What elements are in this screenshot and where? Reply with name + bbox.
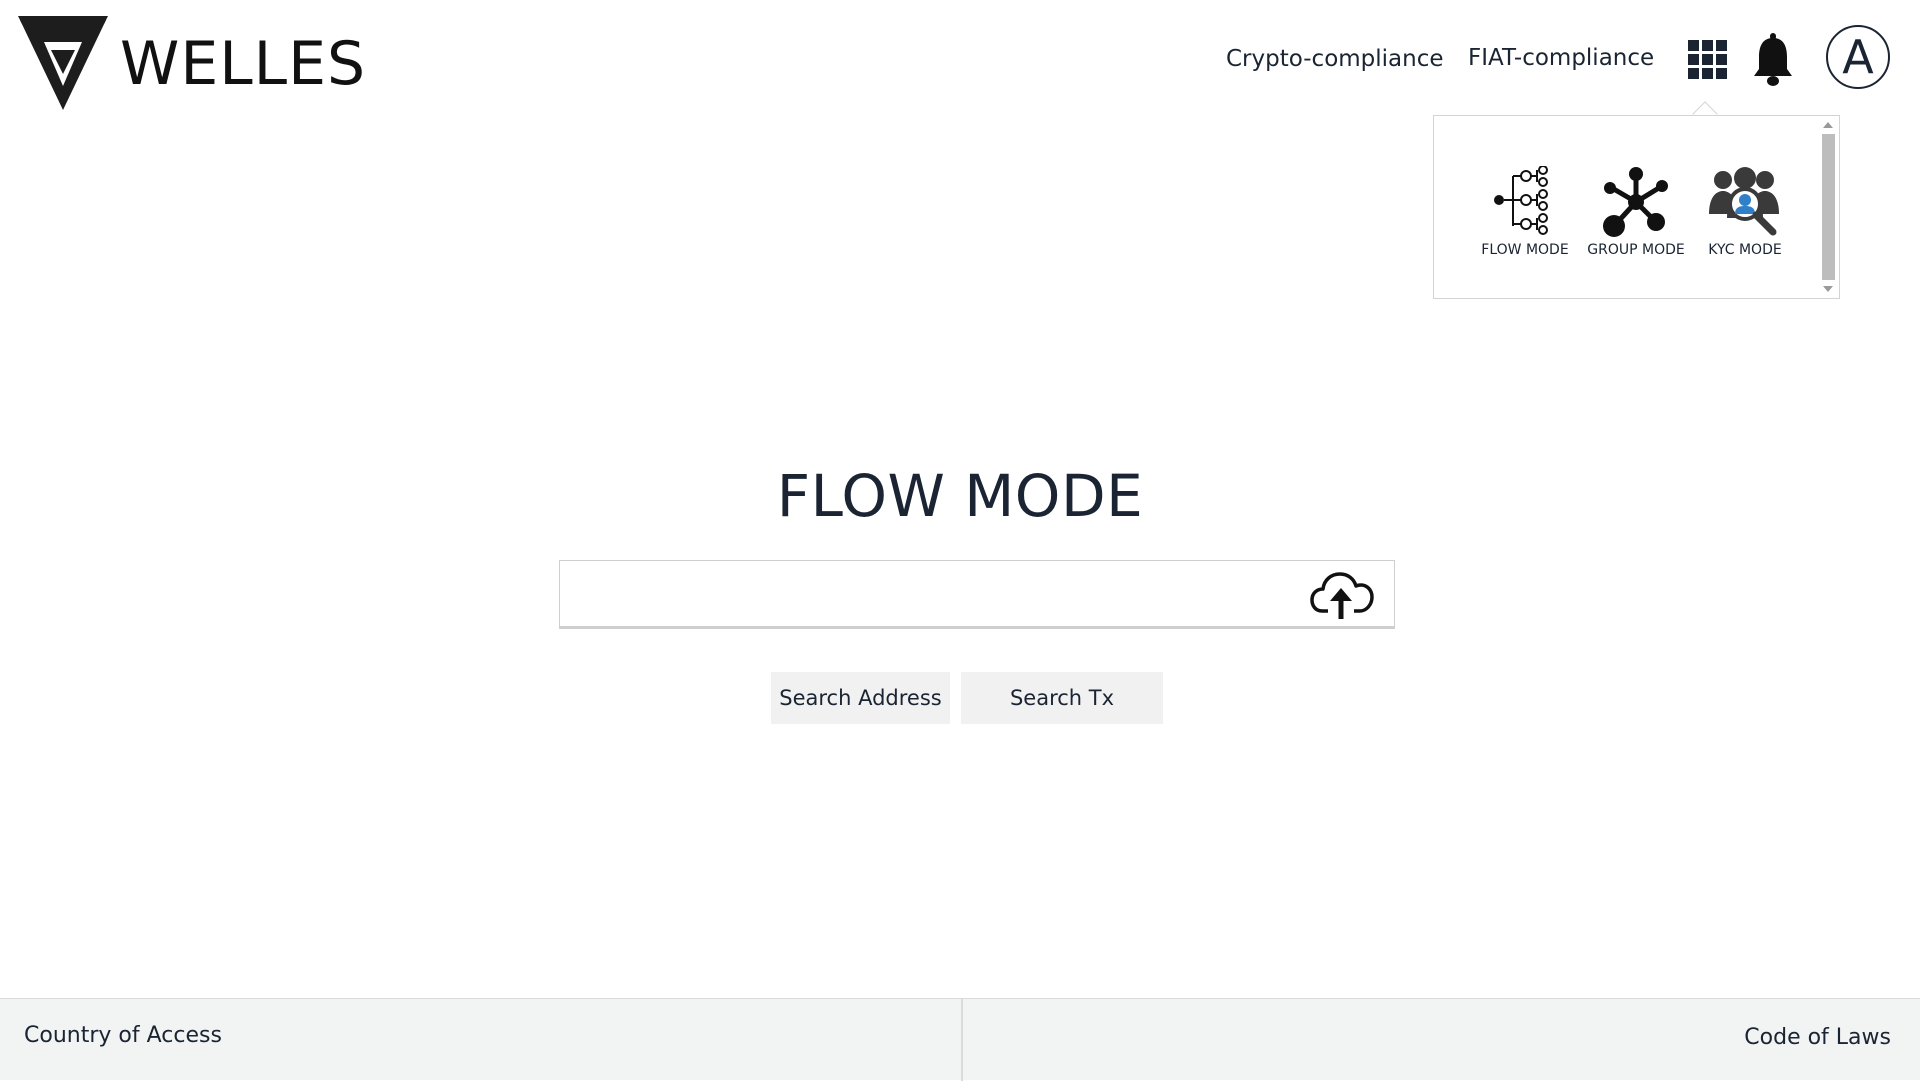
brand-name: WELLES bbox=[120, 29, 367, 99]
dropdown-scrollbar[interactable] bbox=[1820, 120, 1836, 294]
avatar-letter: A bbox=[1842, 30, 1874, 84]
code-of-laws-link[interactable]: Code of Laws bbox=[1744, 1025, 1891, 1050]
welles-logo-icon bbox=[18, 16, 108, 110]
menu-item-label: FLOW MODE bbox=[1481, 242, 1569, 258]
scroll-down-icon[interactable] bbox=[1823, 286, 1833, 292]
menu-item-flow-mode[interactable]: FLOW MODE bbox=[1470, 166, 1580, 258]
menu-item-group-mode[interactable]: GROUP MODE bbox=[1581, 166, 1691, 258]
user-search-icon bbox=[1709, 167, 1779, 236]
footer-divider bbox=[961, 999, 963, 1081]
flow-tree-icon bbox=[1494, 166, 1548, 235]
modes-dropdown: FLOW MODE GROUP MODE KYC MODE bbox=[1433, 115, 1840, 299]
brand-logo[interactable]: WELLES bbox=[18, 16, 366, 112]
search-box bbox=[559, 560, 1395, 629]
network-icon bbox=[1603, 167, 1668, 237]
grid-icon[interactable] bbox=[1688, 40, 1728, 80]
menu-item-kyc-mode[interactable]: KYC MODE bbox=[1690, 166, 1800, 258]
page-title: FLOW MODE bbox=[0, 462, 1920, 530]
nav-fiat-compliance[interactable]: FIAT-compliance bbox=[1468, 45, 1654, 71]
scroll-up-icon[interactable] bbox=[1823, 122, 1833, 128]
menu-item-label: GROUP MODE bbox=[1587, 242, 1685, 258]
cloud-upload-icon[interactable] bbox=[1310, 571, 1374, 621]
country-of-access-link[interactable]: Country of Access bbox=[24, 1023, 222, 1048]
menu-item-label: KYC MODE bbox=[1708, 242, 1782, 258]
search-input[interactable] bbox=[570, 571, 1310, 617]
page-title-text: FLOW MODE bbox=[776, 462, 1144, 530]
nav-crypto-compliance[interactable]: Crypto-compliance bbox=[1226, 46, 1444, 72]
bell-icon[interactable] bbox=[1752, 33, 1794, 87]
user-avatar[interactable]: A bbox=[1826, 25, 1890, 89]
search-address-button[interactable]: Search Address bbox=[771, 672, 950, 724]
search-tx-button[interactable]: Search Tx bbox=[961, 672, 1163, 724]
scroll-thumb[interactable] bbox=[1822, 134, 1835, 280]
top-header: WELLES Crypto-compliance FIAT-compliance… bbox=[0, 0, 1920, 120]
footer: Country of Access Code of Laws bbox=[0, 998, 1920, 1081]
